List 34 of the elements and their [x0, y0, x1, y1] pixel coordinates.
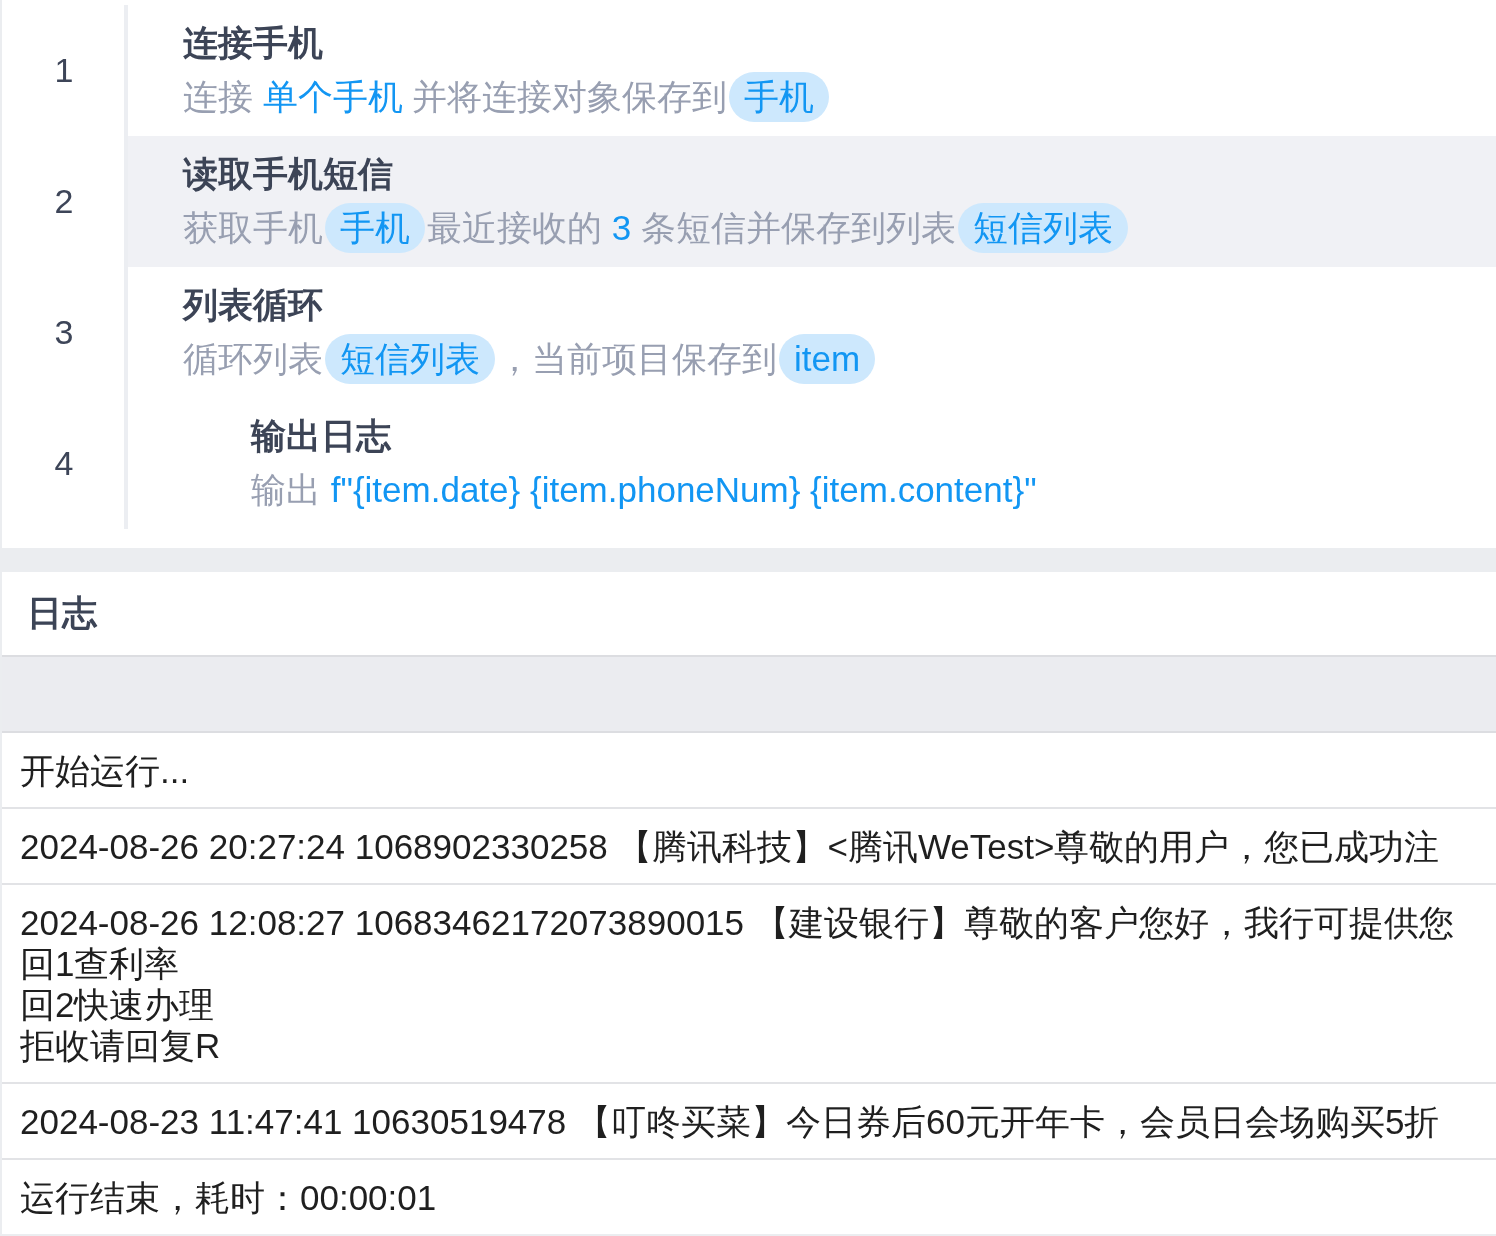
- step-row[interactable]: 读取手机短信 获取手机 手机 最近接收的 3 条短信并保存到列表 短信列表: [128, 136, 1496, 267]
- step-title: 列表循环: [183, 285, 323, 325]
- parameter-value: 3: [611, 207, 632, 249]
- log-title: 日志: [27, 592, 97, 634]
- log-line: 回1查利率: [20, 943, 180, 984]
- log-line: 拒收请回复R: [20, 1025, 221, 1066]
- line-number: 2: [53, 182, 74, 221]
- step-title: 读取手机短信: [183, 154, 393, 194]
- line-number: 4: [53, 444, 74, 483]
- parameter-value: 单个手机: [262, 76, 403, 118]
- line-number: 1: [53, 51, 74, 90]
- description-text: 连接: [183, 76, 254, 118]
- variable-tag: 手机: [729, 72, 830, 122]
- log-line: 2024-08-26 12:08:27 10683462172073890015 【建设银行】尊敬的客户您好，我行可提供您: [20, 902, 1454, 943]
- description-text: 条短信并保存到列表: [639, 207, 956, 249]
- log-line: 开始运行...: [20, 750, 190, 791]
- description-text: 获取手机: [183, 207, 323, 249]
- variable-tag: 手机: [325, 203, 425, 253]
- step-title: 输出日志: [251, 416, 391, 456]
- description-text: 并将连接对象保存到: [411, 76, 728, 118]
- description-text: ，当前项目保存到: [497, 338, 777, 380]
- log-line: 回2快速办理: [20, 984, 215, 1025]
- description-text: 最近接收的: [427, 207, 603, 249]
- log-line: 运行结束，耗时：00:00:01: [20, 1177, 437, 1218]
- log-line: 2024-08-26 20:27:24 1068902330258 【腾讯科技】<腾讯WeTest>尊敬的用户，您已成功注: [20, 826, 1440, 867]
- description-text: 输出: [251, 469, 322, 511]
- variable-tag: 短信列表: [957, 203, 1128, 253]
- step-title: 连接手机: [183, 23, 323, 63]
- line-number: 3: [53, 313, 74, 352]
- variable-tag: 短信列表: [325, 334, 495, 384]
- log-line: 2024-08-23 11:47:41 10630519478 【叮咚买菜】今日券后60元开年卡，会员日会场购买5折: [20, 1101, 1440, 1142]
- variable-tag: item: [779, 334, 876, 384]
- description-text: 循环列表: [183, 338, 323, 380]
- parameter-value: f"{item.date} {item.phoneNum} {item.content}": [330, 469, 1037, 511]
